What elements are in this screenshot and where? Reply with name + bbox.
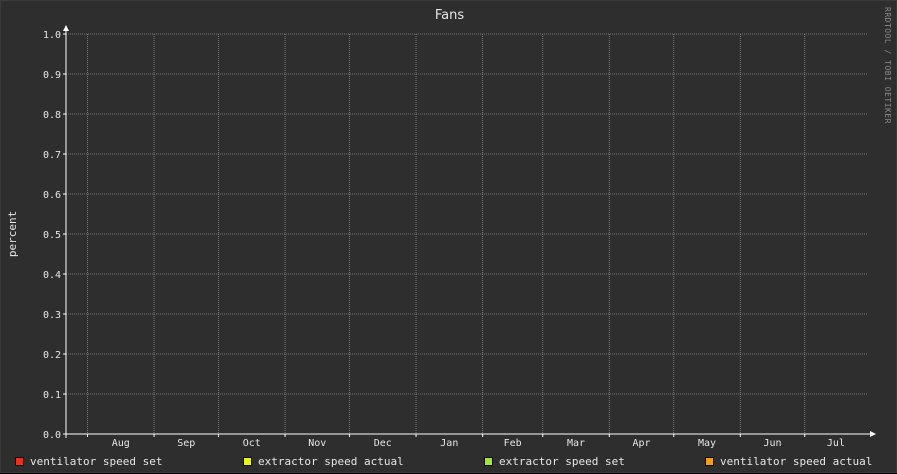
y-tick-label: 0.6: [43, 190, 61, 201]
chart-title: Fans: [435, 8, 464, 23]
x-tick-label: Jul: [827, 438, 845, 449]
x-axis-arrow: [870, 431, 876, 437]
legend-label: ventilator speed actual: [720, 454, 873, 468]
legend-label: ventilator speed set: [30, 454, 163, 468]
legend-item: ventilator speed actual: [705, 451, 872, 471]
legend-swatch: [484, 456, 493, 466]
legend-swatch: [243, 456, 252, 466]
legend-swatch: [15, 456, 24, 466]
legend-item: ventilator speed set: [15, 451, 162, 471]
chart-root: Fans percent 0.0 0.1 0.2 0.3 0.4 0.5 0.6 0.7 0.8 0.…: [0, 0, 897, 473]
y-tick-label: 0.0: [43, 430, 61, 441]
legend-label: extractor speed set: [499, 454, 625, 468]
legend-item: extractor speed actual: [243, 451, 404, 471]
watermark: RRDTOOL / TOBI OETIKER: [883, 7, 892, 124]
x-tick-label: Apr: [632, 438, 650, 449]
y-axis-arrow: [63, 25, 69, 31]
y-tick-label: 0.9: [43, 70, 61, 81]
x-tick-label: Sep: [177, 438, 195, 449]
y-tick-label: 0.1: [43, 390, 61, 401]
x-tick-label: Mar: [567, 438, 585, 449]
y-tick-label: 0.8: [43, 110, 61, 121]
x-tick-label: Jan: [440, 438, 458, 449]
x-tick-label: Feb: [504, 438, 522, 449]
y-tick-label: 0.7: [43, 150, 61, 161]
x-tick-label: Oct: [243, 438, 261, 449]
legend-label: extractor speed actual: [258, 454, 404, 468]
y-tick-label: 1.0: [43, 30, 61, 41]
legend-swatch: [705, 456, 714, 466]
legend: ventilator speed set extractor speed act…: [1, 451, 897, 471]
y-tick-label: 0.5: [43, 230, 61, 241]
x-tick-label: Jun: [763, 438, 781, 449]
x-tick-label: Dec: [374, 438, 392, 449]
x-tick-label: Nov: [308, 438, 326, 449]
x-tick-label: Aug: [112, 438, 130, 449]
chart-canvas: Fans percent 0.0 0.1 0.2 0.3 0.4 0.5 0.6 0.7 0.8 0.…: [6, 8, 876, 449]
y-tick-label: 0.4: [43, 270, 61, 281]
legend-item: extractor speed set: [484, 451, 625, 471]
x-tick-label: May: [698, 438, 716, 449]
y-tick-label: 0.2: [43, 350, 61, 361]
y-axis-label: percent: [6, 211, 19, 257]
y-tick-label: 0.3: [43, 310, 61, 321]
